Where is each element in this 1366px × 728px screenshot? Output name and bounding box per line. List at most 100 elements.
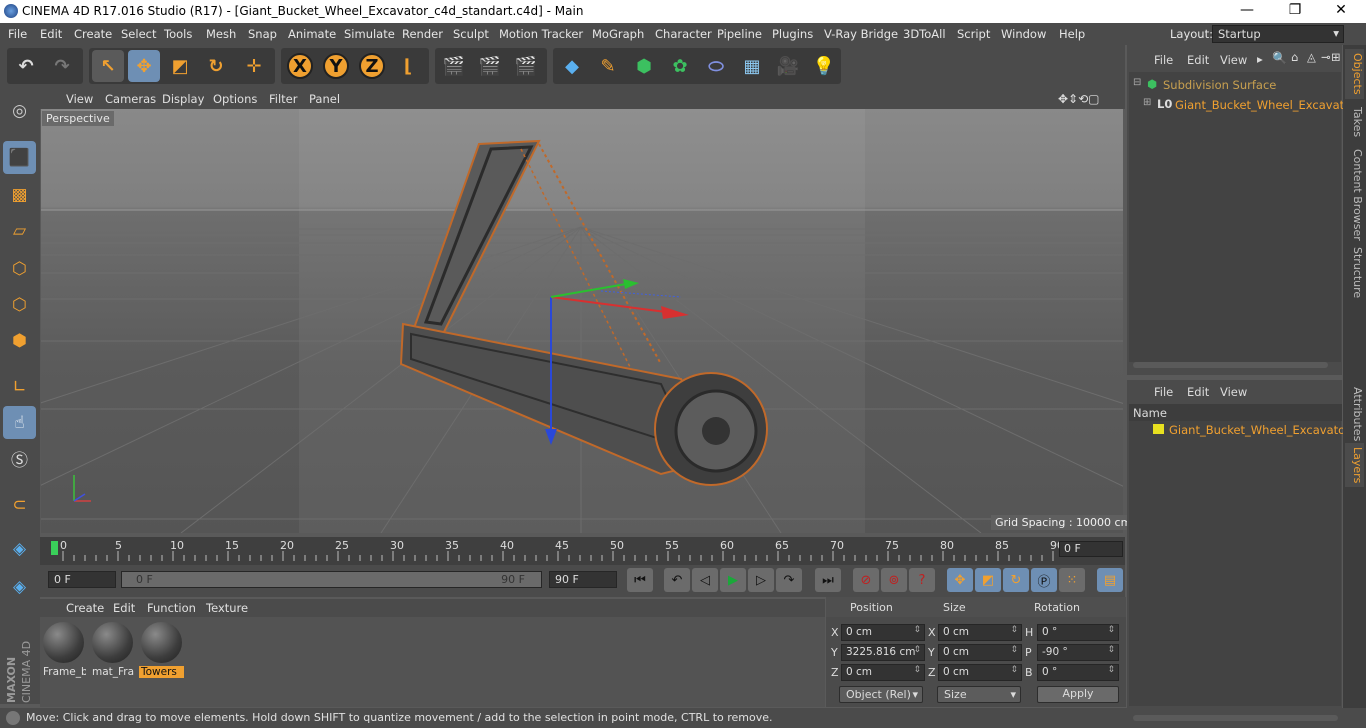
subdivision-surface-icon[interactable]: ⬢ — [628, 50, 660, 82]
menu-simulate[interactable]: Simulate — [344, 27, 395, 41]
chevron-right-icon[interactable]: ▸ — [1257, 52, 1263, 66]
tab-content-browser[interactable]: Content Browser — [1345, 145, 1364, 245]
size-x-field[interactable]: 0 cm — [938, 624, 1022, 641]
horizontal-scrollbar[interactable] — [1133, 715, 1338, 721]
render-view-icon[interactable]: 🎬 — [438, 50, 470, 82]
menu-pipeline[interactable]: Pipeline — [717, 27, 762, 41]
viewport-perspective[interactable] — [41, 109, 1123, 533]
redo-icon[interactable]: ↷ — [46, 50, 78, 82]
timeline-window-icon[interactable]: ▤ — [1097, 568, 1123, 592]
tab-attributes[interactable]: Attributes — [1345, 383, 1364, 445]
playhead[interactable] — [51, 541, 58, 555]
scale-tool-icon[interactable]: ◩ — [164, 50, 196, 82]
edges-mode-icon[interactable]: ⬡ — [3, 288, 36, 321]
coordinate-mode-select[interactable]: Object (Rel) ▾ — [839, 686, 923, 703]
minimize-button[interactable]: — — [1232, 2, 1262, 18]
menu-file[interactable]: File — [8, 27, 27, 41]
render-picture-viewer-icon[interactable]: 🎬 — [474, 50, 506, 82]
end-frame-field[interactable]: 90 F — [549, 571, 617, 588]
viewport-menu-panel[interactable]: Panel — [309, 92, 340, 106]
home-icon[interactable]: ⌂ — [1291, 50, 1298, 64]
material-menu-create[interactable]: Create — [66, 601, 104, 615]
menu-create[interactable]: Create — [74, 27, 112, 41]
close-button[interactable]: ✕ — [1326, 2, 1356, 18]
snap-icon[interactable]: Ⓢ — [3, 442, 36, 475]
workplane-grid-icon[interactable]: ◈ — [3, 532, 36, 565]
pen-spline-icon[interactable]: ✎ — [592, 50, 624, 82]
key-position-icon[interactable]: ✥ — [947, 568, 973, 592]
timeline-ruler[interactable]: 0 5 10 15 20 25 30 35 40 45 50 55 60 65 70 75 80 85 90 — [40, 537, 1125, 565]
points-mode-icon[interactable]: ⬡ — [3, 252, 36, 285]
start-frame-field[interactable]: 0 F — [48, 571, 116, 588]
key-parameter-icon[interactable]: Ⓟ — [1031, 568, 1057, 592]
deformer-icon[interactable]: ⬭ — [700, 50, 732, 82]
search-icon[interactable]: 🔍 — [1272, 51, 1287, 65]
material-menu-texture[interactable]: Texture — [206, 601, 248, 615]
viewport-menu-cameras[interactable]: Cameras — [105, 92, 156, 106]
camera-icon[interactable]: 🎥 — [772, 50, 804, 82]
edit-render-settings-icon[interactable]: 🎬 — [510, 50, 542, 82]
viewport-menu-display[interactable]: Display — [162, 92, 204, 106]
expand-icon[interactable]: ⊞ — [1143, 97, 1151, 108]
previous-key-icon[interactable]: ↶ — [664, 568, 690, 592]
key-point-level-icon[interactable]: ⁙ — [1059, 568, 1085, 592]
workplane-icon[interactable]: ▱ — [3, 214, 36, 247]
next-frame-icon[interactable]: ▷ — [748, 568, 774, 592]
menu-3dtoall[interactable]: 3DToAll — [903, 27, 946, 41]
object-row[interactable]: ⊞ L0 Giant_Bucket_Wheel_Excavator — [1143, 97, 1356, 113]
recent-tool-icon[interactable]: ✛ — [238, 50, 270, 82]
rotation-p-field[interactable]: -90 ° — [1037, 644, 1119, 661]
layer-menu-view[interactable]: View — [1220, 385, 1247, 399]
menu-script[interactable]: Script — [957, 27, 990, 41]
polygons-mode-icon[interactable]: ⬢ — [3, 324, 36, 357]
menu-sculpt[interactable]: Sculpt — [453, 27, 489, 41]
menu-motion-tracker[interactable]: Motion Tracker — [499, 27, 583, 41]
size-mode-select[interactable]: Size ▾ — [937, 686, 1021, 703]
lock-icon[interactable]: ⊸ — [1321, 50, 1331, 64]
menu-help[interactable]: Help — [1059, 27, 1085, 41]
menu-tools[interactable]: Tools — [164, 27, 192, 41]
magnet-icon[interactable]: ⊂ — [3, 488, 36, 521]
menu-render[interactable]: Render — [402, 27, 443, 41]
move-tool-icon[interactable]: ✥ — [128, 50, 160, 82]
go-to-start-icon[interactable]: ⏮ — [627, 568, 653, 592]
horizontal-scrollbar[interactable] — [1133, 362, 1328, 368]
play-icon[interactable]: ▶ — [720, 568, 746, 592]
material-swatch-selected[interactable]: Towers — [139, 620, 184, 680]
menu-plugins[interactable]: Plugins — [772, 27, 813, 41]
undo-icon[interactable]: ↶ — [10, 50, 42, 82]
light-icon[interactable]: 💡 — [808, 50, 840, 82]
key-scale-icon[interactable]: ◩ — [975, 568, 1001, 592]
rotation-b-field[interactable]: 0 ° — [1037, 664, 1119, 681]
menu-window[interactable]: Window — [1001, 27, 1046, 41]
tab-takes[interactable]: Takes — [1345, 103, 1364, 141]
menu-character[interactable]: Character — [655, 27, 712, 41]
object-menu-file[interactable]: File — [1154, 53, 1173, 67]
tab-objects[interactable]: Objects — [1345, 49, 1364, 99]
size-y-field[interactable]: 0 cm — [938, 644, 1022, 661]
tab-structure[interactable]: Structure — [1345, 243, 1364, 302]
object-menu-edit[interactable]: Edit — [1187, 53, 1209, 67]
key-rotation-icon[interactable]: ↻ — [1003, 568, 1029, 592]
apply-button[interactable]: Apply — [1037, 686, 1119, 703]
tab-layers[interactable]: Layers — [1345, 443, 1364, 488]
menu-snap[interactable]: Snap — [248, 27, 277, 41]
record-icon[interactable]: ⊘ — [853, 568, 879, 592]
viewport-menu-filter[interactable]: Filter — [269, 92, 297, 106]
position-x-field[interactable]: 0 cm — [841, 624, 925, 641]
coordinate-system-icon[interactable]: ⌊ — [392, 50, 424, 82]
material-swatch[interactable]: mat_Fra — [90, 620, 135, 680]
collapse-icon[interactable]: ⊟ — [1133, 77, 1141, 88]
locked-workplane-icon[interactable]: ◈ — [3, 570, 36, 603]
make-editable-icon[interactable]: ◎ — [3, 94, 36, 127]
keyframe-selection-icon[interactable]: ? — [909, 568, 935, 592]
size-z-field[interactable]: 0 cm — [938, 664, 1022, 681]
live-selection-icon[interactable]: ↖ — [92, 50, 124, 82]
previous-frame-icon[interactable]: ◁ — [692, 568, 718, 592]
menu-animate[interactable]: Animate — [288, 27, 336, 41]
menu-select[interactable]: Select — [121, 27, 156, 41]
menu-edit[interactable]: Edit — [40, 27, 62, 41]
viewport-menu-options[interactable]: Options — [213, 92, 257, 106]
z-axis-lock-button[interactable]: Z — [356, 50, 388, 82]
rotation-h-field[interactable]: 0 ° — [1037, 624, 1119, 641]
